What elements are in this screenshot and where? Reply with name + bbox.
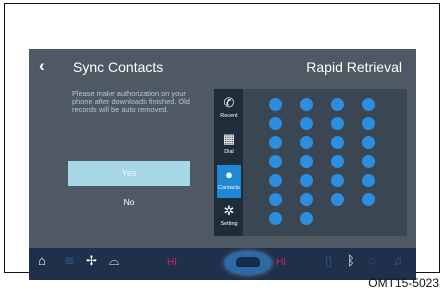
retrieval-letter-button[interactable]	[269, 136, 282, 149]
sidebar-item-dial[interactable]: ▦ Dial	[217, 129, 241, 162]
bluetooth-icon[interactable]: ᛒ	[347, 254, 355, 268]
retrieval-letter-button[interactable]	[362, 136, 375, 149]
no-button[interactable]: No	[68, 197, 190, 207]
retrieval-letter-button[interactable]	[331, 155, 344, 168]
retrieval-letter-button[interactable]	[269, 98, 282, 111]
rapid-retrieval-panel: ✆ Recent ▦ Dial ● Contacts ✲ Setting	[214, 89, 407, 236]
retrieval-letter-button[interactable]	[362, 117, 375, 130]
retrieval-letter-button[interactable]	[300, 174, 313, 187]
chevron-left-icon[interactable]: ‹	[39, 56, 45, 76]
home-icon[interactable]: ⌂	[38, 254, 46, 268]
retrieval-letter-button[interactable]	[331, 136, 344, 149]
temp-left-label: HI	[167, 257, 177, 268]
sidebar-item-label: Recent	[220, 113, 238, 119]
retrieval-letter-button[interactable]	[269, 174, 282, 187]
sidebar-item-label: Dial	[224, 149, 234, 155]
car-icon	[236, 257, 260, 267]
header-bar: ‹ Sync Contacts Rapid Retrieval	[29, 49, 416, 83]
seat-heat-icon[interactable]: ≋	[64, 254, 75, 268]
sidebar-item-label: Setting	[220, 221, 238, 227]
person-icon: ●	[225, 167, 233, 182]
retrieval-letter-button[interactable]	[362, 174, 375, 187]
retrieval-letter-button[interactable]	[300, 98, 313, 111]
retrieval-letter-button[interactable]	[269, 193, 282, 206]
signal-icon[interactable]: ♫	[393, 254, 403, 268]
fan-icon[interactable]: ✢	[86, 254, 97, 268]
figure-caption: OMT15-5023	[368, 276, 439, 290]
yes-button[interactable]: Yes	[68, 161, 190, 186]
infotainment-screen: ‹ Sync Contacts Rapid Retrieval Please m…	[29, 49, 416, 280]
retrieval-letter-button[interactable]	[362, 193, 375, 206]
retrieval-letter-button[interactable]	[300, 117, 313, 130]
retrieval-letter-button[interactable]	[269, 117, 282, 130]
retrieval-letter-button[interactable]	[269, 155, 282, 168]
retrieval-letter-button[interactable]	[331, 174, 344, 187]
mic-icon[interactable]: ◌	[368, 254, 376, 268]
retrieval-letter-button[interactable]	[362, 98, 375, 111]
bottom-status-bar: ⌂ ≋ ✢ ⌓ HI HI ▯ ᛒ ◌ ♫	[29, 248, 416, 280]
phone-history-icon: ✆	[223, 95, 235, 110]
side-menu: ✆ Recent ▦ Dial ● Contacts ✲ Setting	[214, 89, 243, 236]
retrieval-letter-button[interactable]	[300, 155, 313, 168]
retrieval-letter-button[interactable]	[300, 212, 313, 225]
temp-right-label: HI	[276, 257, 286, 268]
page-title: Sync Contacts	[73, 59, 164, 75]
retrieval-letter-button[interactable]	[300, 136, 313, 149]
authorization-message: Please make authorization on your phone …	[72, 89, 190, 114]
retrieval-letter-button[interactable]	[269, 212, 282, 225]
rapid-retrieval-title[interactable]: Rapid Retrieval	[306, 59, 402, 75]
retrieval-letter-button[interactable]	[331, 117, 344, 130]
keypad-icon: ▦	[222, 131, 236, 146]
retrieval-letter-button[interactable]	[331, 98, 344, 111]
sidebar-item-contacts[interactable]: ● Contacts	[217, 165, 241, 198]
retrieval-letter-button[interactable]	[362, 155, 375, 168]
gear-icon: ✲	[223, 203, 235, 218]
sidebar-item-recent[interactable]: ✆ Recent	[217, 93, 241, 126]
retrieval-letter-button[interactable]	[300, 193, 313, 206]
sidebar-item-label: Contacts	[218, 185, 240, 191]
car-air-icon[interactable]: ⌓	[109, 254, 119, 268]
phone-icon[interactable]: ▯	[325, 254, 332, 268]
climate-control-button[interactable]	[225, 252, 271, 274]
sidebar-item-setting[interactable]: ✲ Setting	[217, 201, 241, 234]
retrieval-letter-button[interactable]	[331, 193, 344, 206]
